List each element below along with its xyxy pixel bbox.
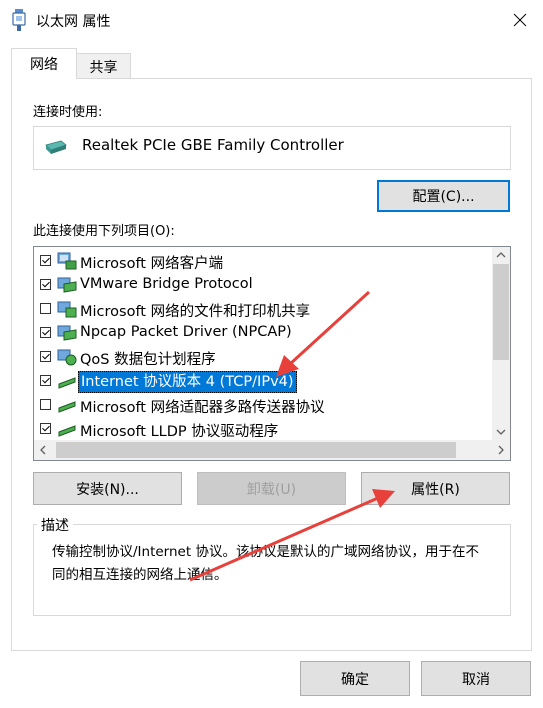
list-item-selected[interactable]: Internet 协议版本 4 (TCP/IPv4) — [34, 369, 492, 393]
description-text: 传输控制协议/Internet 协议。该协议是默认的广域网络协议，用于在不同的相… — [52, 544, 479, 583]
chevron-down-icon[interactable] — [492, 424, 510, 440]
close-icon — [513, 13, 527, 27]
uninstall-button[interactable]: 卸载(U) — [197, 472, 346, 505]
tab-sharing[interactable]: 共享 — [76, 53, 131, 79]
items-label: 此连接使用下列项目(O): — [33, 224, 175, 239]
item-label: Internet 协议版本 4 (TCP/IPv4) — [78, 371, 297, 393]
item-checkbox[interactable] — [40, 399, 51, 410]
item-checkbox[interactable] — [40, 303, 51, 314]
list-item[interactable]: Microsoft 网络适配器多路传送器协议 — [34, 393, 492, 417]
connect-using-label: 连接时使用: — [33, 105, 103, 120]
properties-button[interactable]: 属性(R) — [361, 472, 510, 505]
protocol-icon — [58, 425, 76, 437]
item-label: Microsoft 网络适配器多路传送器协议 — [80, 400, 325, 416]
horizontal-scrollbar[interactable] — [34, 440, 510, 460]
title-bar: 以太网 属性 — [0, 0, 543, 40]
item-label: VMware Bridge Protocol — [80, 276, 253, 292]
protocol-icon — [57, 325, 77, 341]
list-item[interactable]: Microsoft 网络客户端 — [34, 249, 492, 273]
item-checkbox[interactable] — [40, 423, 51, 434]
service-icon — [57, 349, 77, 366]
adapter-box: Realtek PCIe GBE Family Controller — [33, 126, 511, 170]
network-card-icon — [45, 140, 67, 154]
chevron-left-icon[interactable] — [34, 440, 52, 460]
list-item[interactable]: Microsoft 网络的文件和打印机共享 — [34, 297, 492, 321]
adapter-name: Realtek PCIe GBE Family Controller — [82, 136, 344, 154]
client-icon — [57, 252, 77, 270]
chevron-up-icon[interactable] — [492, 247, 510, 263]
cancel-button[interactable]: 取消 — [421, 661, 531, 696]
item-checkbox[interactable] — [40, 351, 51, 362]
chevron-right-icon[interactable] — [492, 440, 510, 460]
horizontal-scroll-thumb[interactable] — [56, 442, 456, 458]
item-label: Microsoft LLDP 协议驱动程序 — [80, 424, 279, 440]
window-title: 以太网 属性 — [36, 14, 111, 30]
vertical-scrollbar[interactable] — [492, 247, 510, 440]
vertical-scroll-thumb[interactable] — [493, 264, 509, 360]
ok-button[interactable]: 确定 — [300, 661, 410, 696]
protocol-icon — [58, 401, 76, 413]
list-item[interactable]: Npcap Packet Driver (NPCAP) — [34, 321, 492, 345]
components-list: Microsoft 网络客户端 VMware Bridge Protocol M… — [33, 246, 511, 461]
item-label: Microsoft 网络客户端 — [80, 256, 224, 272]
item-checkbox[interactable] — [40, 375, 51, 386]
item-label: Npcap Packet Driver (NPCAP) — [80, 324, 292, 340]
protocol-icon — [57, 277, 77, 293]
list-item[interactable]: QoS 数据包计划程序 — [34, 345, 492, 369]
item-label: QoS 数据包计划程序 — [80, 352, 216, 368]
tab-network[interactable]: 网络 — [11, 48, 77, 79]
description-title: 描述 — [37, 515, 73, 535]
item-label: Microsoft 网络的文件和打印机共享 — [80, 304, 311, 320]
protocol-icon — [58, 377, 76, 389]
network-adapter-icon — [12, 9, 26, 31]
install-button[interactable]: 安装(N)... — [33, 472, 182, 505]
file-share-icon — [57, 301, 77, 318]
item-checkbox[interactable] — [40, 327, 51, 338]
list-item[interactable]: Microsoft LLDP 协议驱动程序 — [34, 417, 492, 441]
close-button[interactable] — [497, 0, 543, 40]
configure-button[interactable]: 配置(C)... — [377, 180, 510, 212]
item-checkbox[interactable] — [40, 279, 51, 290]
item-checkbox[interactable] — [40, 255, 51, 266]
list-item[interactable]: VMware Bridge Protocol — [34, 273, 492, 297]
